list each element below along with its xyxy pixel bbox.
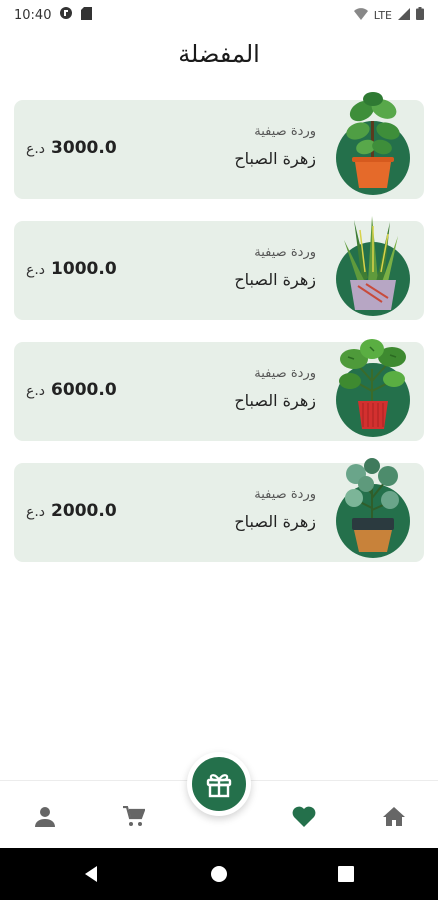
sd-card-icon	[81, 6, 93, 24]
card-title: زهرة الصباح	[234, 512, 316, 531]
price-value: 2000.0	[51, 501, 117, 521]
card-title: زهرة الصباح	[234, 391, 316, 410]
card-text: وردة صيفية زهرة الصباح	[234, 366, 316, 410]
home-icon[interactable]	[382, 805, 406, 829]
favorites-list: د.ع 3000.0 وردة صيفية زهرة الصباح د.ع 10…	[14, 92, 424, 584]
back-icon[interactable]	[82, 864, 102, 884]
wifi-icon	[353, 7, 368, 23]
price: د.ع 3000.0	[26, 138, 117, 158]
gift-button[interactable]	[187, 752, 251, 816]
card-subtitle: وردة صيفية	[254, 487, 316, 502]
page-title: المفضلة	[178, 40, 260, 68]
currency-label: د.ع	[26, 141, 46, 157]
currency-label: د.ع	[26, 504, 46, 520]
system-navigation-bar	[0, 848, 438, 900]
plant-image	[336, 339, 410, 437]
card-title: زهرة الصباح	[234, 270, 316, 289]
price-value: 1000.0	[51, 259, 117, 279]
card-title: زهرة الصباح	[234, 149, 316, 168]
gift-icon	[206, 774, 232, 798]
snake-plant-icon	[344, 216, 398, 310]
signal-icon	[398, 7, 410, 23]
favorites-icon[interactable]	[292, 805, 316, 829]
card-text: وردة صيفية زهرة الصباح	[234, 124, 316, 168]
recents-icon[interactable]	[336, 864, 356, 884]
fiddle-leaf-fig-icon	[346, 92, 400, 188]
currency-label: د.ع	[26, 262, 46, 278]
price: د.ع 6000.0	[26, 380, 117, 400]
battery-icon	[416, 7, 424, 23]
status-time: 10:40	[14, 7, 52, 23]
home-circle-icon[interactable]	[209, 864, 229, 884]
card-subtitle: وردة صيفية	[254, 366, 316, 381]
card-subtitle: وردة صيفية	[254, 245, 316, 260]
card-text: وردة صيفية زهرة الصباح	[234, 245, 316, 289]
currency-label: د.ع	[26, 383, 46, 399]
status-bar: 10:40 LTE	[0, 0, 438, 30]
card-text: وردة صيفية زهرة الصباح	[234, 487, 316, 531]
favorite-card[interactable]: د.ع 6000.0 وردة صيفية زهرة الصباح	[14, 339, 424, 441]
favorite-card[interactable]: د.ع 3000.0 وردة صيفية زهرة الصباح	[14, 92, 424, 199]
price: د.ع 2000.0	[26, 501, 117, 521]
cart-icon[interactable]	[122, 805, 146, 829]
plant-image	[336, 92, 410, 195]
network-label: LTE	[373, 8, 392, 22]
profile-icon[interactable]	[33, 805, 57, 829]
plant-image	[336, 458, 410, 558]
price-value: 6000.0	[51, 380, 117, 400]
monstera-icon	[339, 339, 406, 429]
favorite-card[interactable]: د.ع 2000.0 وردة صيفية زهرة الصباح	[14, 458, 424, 562]
price-value: 3000.0	[51, 138, 117, 158]
price: د.ع 1000.0	[26, 259, 117, 279]
plant-image	[336, 216, 410, 316]
card-subtitle: وردة صيفية	[254, 124, 316, 139]
round-leaf-plant-icon	[345, 458, 399, 552]
favorite-card[interactable]: د.ع 1000.0 وردة صيفية زهرة الصباح	[14, 216, 424, 320]
notification-icon	[59, 6, 73, 24]
